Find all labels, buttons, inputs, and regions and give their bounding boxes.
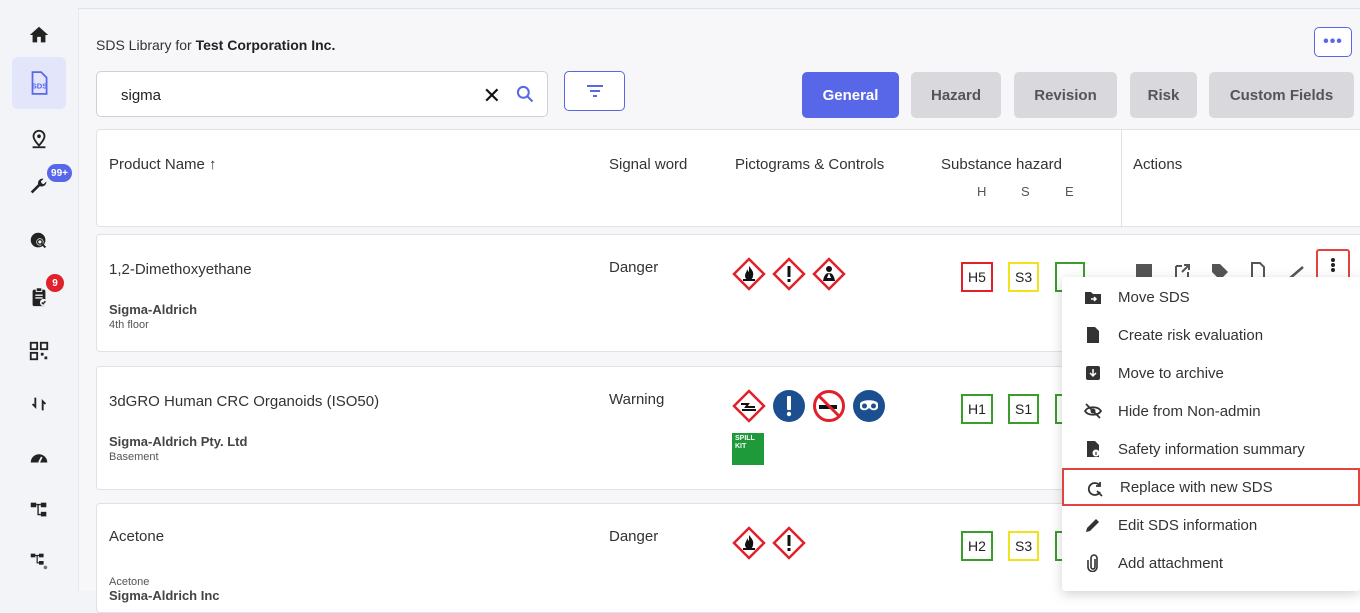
product-subname: Acetone	[109, 576, 150, 588]
row-context-menu: Move SDS Create risk evaluation Move to …	[1062, 277, 1360, 591]
pencil-icon	[1086, 519, 1099, 532]
flammable-pictogram-icon	[732, 257, 766, 291]
product-name[interactable]: 3dGRO Human CRC Organoids (ISO50)	[109, 393, 379, 410]
column-pictograms: Pictograms & Controls	[735, 156, 885, 173]
signal-word: Danger	[609, 528, 659, 545]
table-header: Product Name ↑ Signal word Pictograms & …	[96, 129, 1360, 227]
search-input[interactable]: sigma	[121, 87, 161, 104]
sidebar-item-org[interactable]	[18, 489, 60, 531]
sidebar-item-home[interactable]	[18, 14, 60, 56]
replace-search-icon	[1087, 482, 1103, 497]
column-actions: Actions	[1133, 156, 1183, 173]
search-box: sigma ✕	[96, 71, 548, 117]
hierarchy-user-icon	[30, 553, 48, 570]
menu-item-safety-information-summary[interactable]: Safety information summary	[1062, 430, 1360, 468]
no-smoking-icon	[813, 390, 845, 422]
company-name: Test Corporation Inc.	[195, 37, 336, 53]
file-icon	[1087, 327, 1099, 343]
sidebar-item-dashboard[interactable]	[18, 436, 60, 478]
sds-icon: SDS	[31, 71, 48, 95]
gauge-icon	[30, 454, 48, 463]
filter-button[interactable]	[564, 71, 625, 111]
tab-general[interactable]: General	[802, 72, 899, 118]
sidebar-item-org-users[interactable]	[18, 540, 60, 582]
svg-text:SDS: SDS	[32, 81, 48, 90]
signal-word: Danger	[609, 259, 659, 276]
flammable-pictogram-icon	[732, 526, 766, 560]
health-hazard-pictogram-icon	[812, 257, 846, 291]
hazard-s-badge: S1	[1008, 394, 1040, 424]
sidebar-item-locations[interactable]	[18, 118, 60, 160]
corrosive-pictogram-icon	[732, 389, 766, 423]
tools-badge: 99+	[47, 164, 72, 182]
hazard-h-badge: H2	[961, 531, 993, 561]
menu-item-create-risk-evaluation[interactable]: Create risk evaluation	[1062, 316, 1360, 354]
spill-kit-icon: SPILL KIT	[732, 433, 764, 465]
clear-search-icon[interactable]: ✕	[483, 83, 501, 109]
archive-icon	[1086, 366, 1100, 380]
location-pin-icon	[32, 129, 46, 149]
page-title: SDS Library for Test Corporation Inc.	[96, 37, 336, 53]
column-product-name[interactable]: Product Name ↑	[109, 156, 217, 173]
folder-move-icon	[1085, 292, 1101, 304]
globe-search-icon	[30, 232, 47, 249]
column-signal-word: Signal word	[609, 156, 688, 173]
sidebar-item-tasks[interactable]: 9	[18, 274, 64, 318]
wrench-icon	[30, 178, 47, 194]
more-options-button[interactable]: •••	[1314, 27, 1352, 57]
sidebar-item-sync[interactable]	[18, 383, 60, 425]
location: Basement	[109, 451, 159, 463]
location: 4th floor	[109, 319, 149, 331]
exclamation-pictogram-icon	[772, 526, 806, 560]
menu-item-edit-sds-information[interactable]: Edit SDS information	[1062, 506, 1360, 544]
clipboard-check-icon	[32, 287, 48, 307]
supplier-name: Sigma-Aldrich Inc	[109, 588, 220, 603]
tab-risk[interactable]: Risk	[1130, 72, 1197, 118]
supplier-name: Sigma-Aldrich Pty. Ltd	[109, 434, 248, 449]
sidebar-item-sds[interactable]: SDS	[12, 57, 66, 109]
hierarchy-icon	[30, 502, 47, 517]
sidebar-item-tools[interactable]: 99+	[18, 164, 72, 208]
kebab-menu-icon	[1331, 258, 1335, 272]
hazard-h-badge: H5	[961, 262, 993, 292]
column-substance-hazard: Substance hazard	[941, 156, 1062, 173]
tab-revision[interactable]: Revision	[1014, 72, 1117, 118]
sync-icon	[31, 397, 47, 411]
home-icon	[29, 26, 49, 43]
tab-custom-fields[interactable]: Custom Fields	[1209, 72, 1354, 118]
sidebar: SDS 99+ 9	[0, 0, 78, 591]
menu-item-hide-from-non-admin[interactable]: Hide from Non-admin	[1062, 392, 1360, 430]
column-s: S	[1021, 184, 1030, 199]
paperclip-icon	[1087, 554, 1098, 572]
menu-item-move-sds[interactable]: Move SDS	[1062, 278, 1360, 316]
file-info-icon	[1087, 441, 1100, 457]
menu-item-replace-with-new-sds[interactable]: Replace with new SDS	[1062, 468, 1360, 506]
product-name[interactable]: Acetone	[109, 528, 164, 545]
hazard-s-badge: S3	[1008, 262, 1040, 292]
exclamation-pictogram-icon	[772, 257, 806, 291]
mandatory-exclamation-icon	[773, 390, 805, 422]
tab-hazard[interactable]: Hazard	[911, 72, 1001, 118]
eye-protection-icon	[853, 390, 885, 422]
eye-off-icon	[1084, 403, 1102, 419]
menu-item-add-attachment[interactable]: Add attachment	[1062, 544, 1360, 582]
sidebar-item-qr[interactable]	[18, 330, 60, 372]
supplier-name: Sigma-Aldrich	[109, 302, 198, 317]
hazard-h-badge: H1	[961, 394, 993, 424]
filter-icon	[586, 85, 603, 97]
tasks-badge: 9	[46, 274, 64, 292]
signal-word: Warning	[609, 391, 665, 408]
column-e: E	[1065, 184, 1074, 199]
search-icon[interactable]	[515, 84, 535, 104]
sidebar-item-search-globe[interactable]	[18, 220, 60, 262]
column-h: H	[977, 184, 987, 199]
product-name[interactable]: 1,2-Dimethoxyethane	[109, 261, 252, 278]
qr-code-icon	[29, 341, 49, 361]
menu-item-move-to-archive[interactable]: Move to archive	[1062, 354, 1360, 392]
hazard-s-badge: S3	[1008, 531, 1040, 561]
